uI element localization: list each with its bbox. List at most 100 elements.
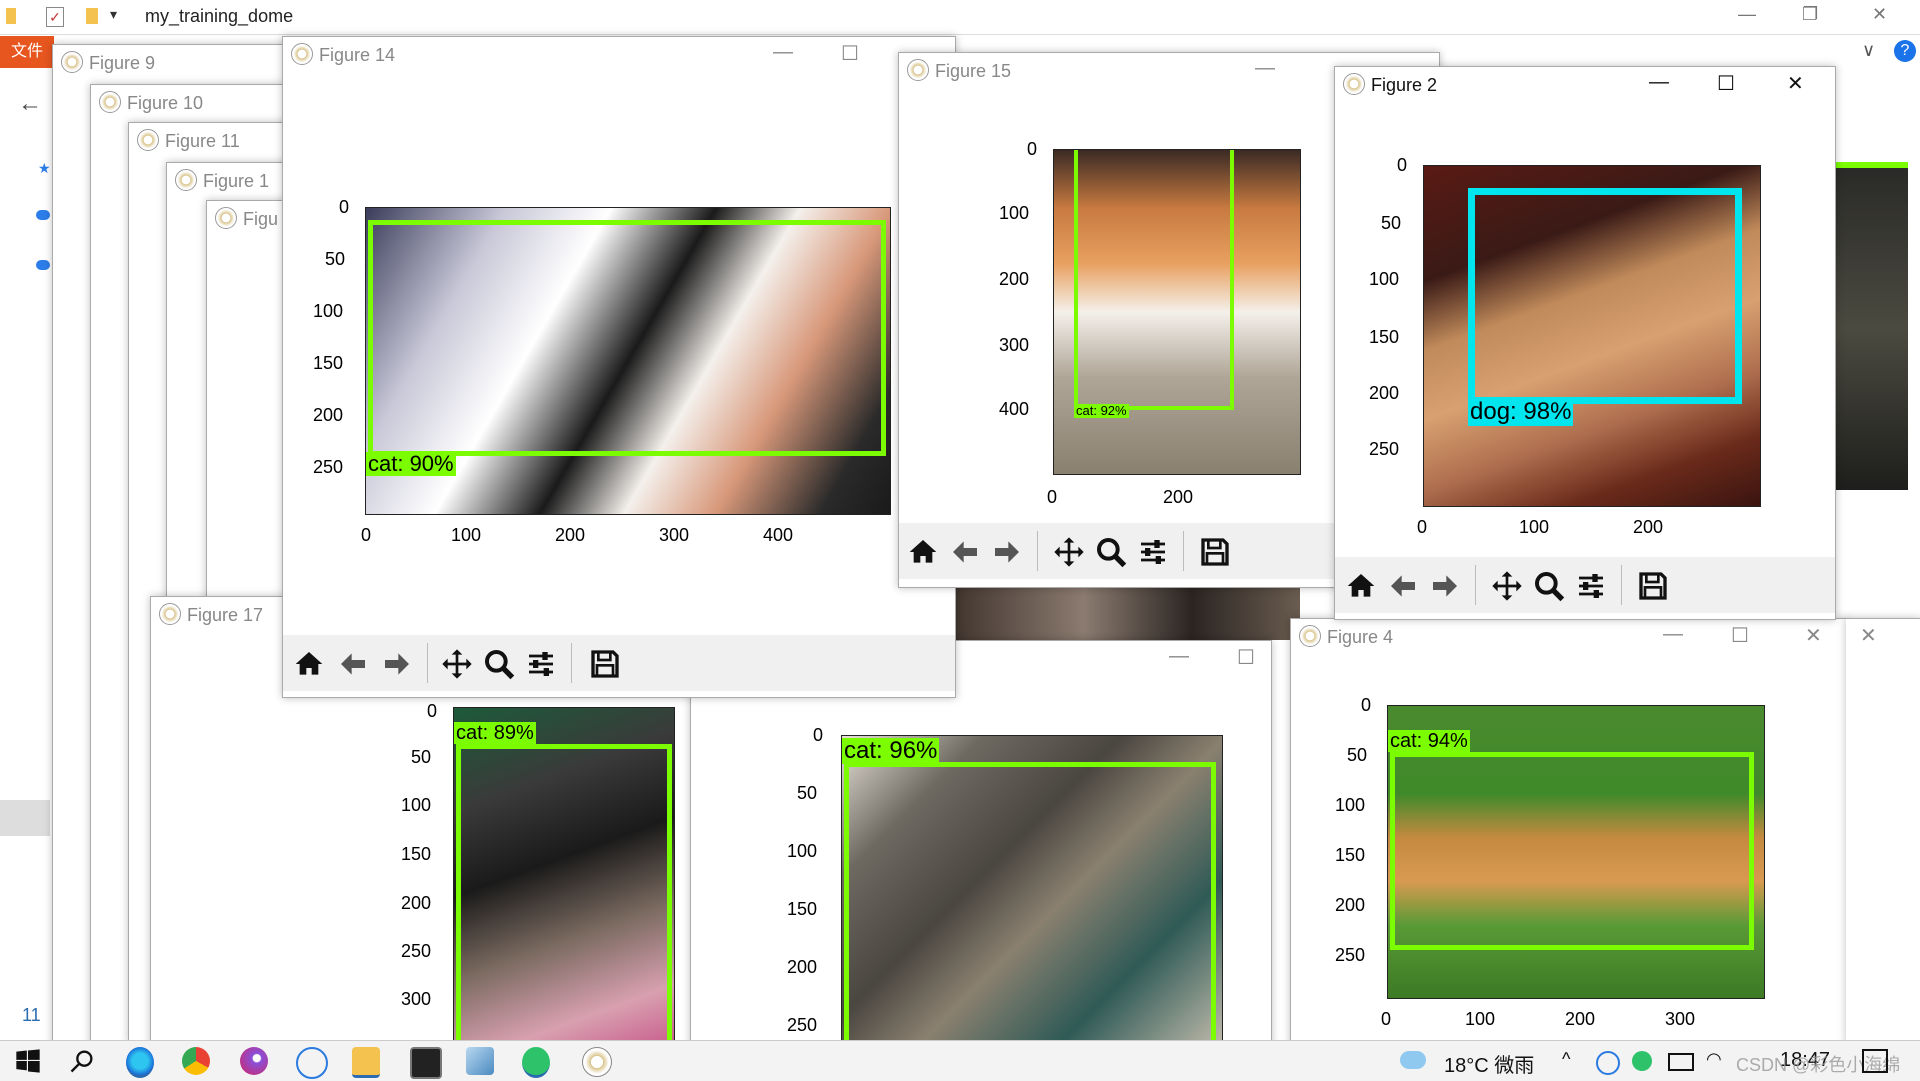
matplotlib-icon xyxy=(1343,73,1365,95)
weather-icon xyxy=(1400,1051,1426,1069)
back-arrow-icon[interactable]: ← xyxy=(18,90,42,118)
y-tick-label: 50 xyxy=(1347,745,1368,765)
window-title: Figure 1 xyxy=(203,171,270,191)
help-icon[interactable]: ? xyxy=(1894,40,1916,62)
minimize-button[interactable]: — xyxy=(1649,71,1669,94)
figure-window[interactable]: — ☐ cat: 96% 0 50 100 150 200 250 xyxy=(690,640,1272,1057)
pan-icon[interactable] xyxy=(1049,532,1089,572)
y-tick-label: 100 xyxy=(999,203,1030,223)
pan-icon[interactable] xyxy=(1487,566,1527,606)
figure-window[interactable]: Figure 2 — ☐ ✕ dog: 98% 0 50 100 150 200… xyxy=(1334,66,1836,620)
forward-arrow-icon[interactable] xyxy=(377,644,417,684)
home-icon[interactable] xyxy=(289,644,329,684)
figure-window-edge[interactable]: ✕ xyxy=(1846,618,1920,1046)
battery-icon[interactable] xyxy=(1668,1053,1694,1071)
figure-window[interactable]: Figure 14 — ☐ cat: 90% 0 50 100 150 200 … xyxy=(282,36,956,698)
minimize-button[interactable]: — xyxy=(1738,4,1756,25)
detection-label: cat: 94% xyxy=(1388,730,1470,752)
detection-label: cat: 92% xyxy=(1074,403,1129,418)
item-count: 11 xyxy=(22,1005,41,1025)
close-button[interactable]: ✕ xyxy=(1860,623,1877,648)
zoom-icon[interactable] xyxy=(479,644,519,684)
chevron-up-icon[interactable]: ^ xyxy=(1562,1049,1570,1070)
home-icon[interactable] xyxy=(1341,566,1381,606)
forward-arrow-icon[interactable] xyxy=(987,532,1027,572)
minimize-button[interactable]: — xyxy=(1169,645,1189,668)
wifi-icon[interactable]: ◠ xyxy=(1706,1049,1722,1070)
file-tab[interactable]: 文件 xyxy=(0,36,54,68)
y-tick-label: 200 xyxy=(401,893,432,913)
checkbox-icon[interactable]: ✓ xyxy=(46,7,64,27)
configure-icon[interactable] xyxy=(1133,532,1173,572)
weather-text[interactable]: 18°C 微雨 xyxy=(1444,1049,1534,1078)
close-button[interactable]: ✕ xyxy=(1805,623,1822,648)
maximize-button[interactable]: ☐ xyxy=(841,41,859,66)
chrome-browser-icon[interactable] xyxy=(182,1047,210,1075)
windows-start-icon[interactable] xyxy=(14,1047,42,1075)
y-tick-label: 200 xyxy=(1369,383,1400,403)
zoom-icon[interactable] xyxy=(1529,566,1569,606)
matplotlib-icon xyxy=(175,169,197,191)
configure-icon[interactable] xyxy=(521,644,561,684)
configure-icon[interactable] xyxy=(1571,566,1611,606)
figure-window[interactable]: Figure 4 — ☐ ✕ cat: 94% 0 50 100 150 200… xyxy=(1290,618,1848,1046)
maximize-button[interactable]: ☐ xyxy=(1237,645,1255,670)
x-tick-label: 300 xyxy=(1665,1009,1696,1029)
onedrive-icon[interactable] xyxy=(36,260,50,270)
y-tick-label: 150 xyxy=(1335,845,1366,865)
terminal-icon[interactable] xyxy=(410,1047,442,1079)
photo-tabby-cat: cat: 96% xyxy=(841,735,1223,1057)
window-title: Figure 2 xyxy=(1371,75,1438,95)
restore-button[interactable]: ❐ xyxy=(1802,4,1818,25)
back-arrow-icon[interactable] xyxy=(333,644,373,684)
explorer-nav-pane: ← ★ 11 xyxy=(0,70,52,1030)
app-icon[interactable] xyxy=(466,1047,494,1075)
y-tick-label: 100 xyxy=(401,795,432,815)
x-tick-label: 200 xyxy=(555,525,586,545)
chevron-down-icon[interactable]: ∨ xyxy=(1862,40,1875,61)
back-arrow-icon[interactable] xyxy=(945,532,985,572)
selected-nav-item[interactable] xyxy=(0,800,50,836)
y-tick-label: 50 xyxy=(1381,213,1402,233)
minimize-button[interactable]: — xyxy=(1255,57,1275,80)
x-tick-label: 100 xyxy=(1519,517,1550,537)
chevron-down-icon[interactable]: ▾ xyxy=(110,6,117,23)
edge-browser-icon[interactable] xyxy=(126,1047,154,1078)
maximize-button[interactable]: ☐ xyxy=(1731,623,1749,648)
y-tick-label: 300 xyxy=(401,989,432,1009)
pan-icon[interactable] xyxy=(437,644,477,684)
save-icon[interactable] xyxy=(1633,566,1673,606)
quick-access-icon[interactable]: ★ xyxy=(38,160,51,177)
toolbar-separator xyxy=(1621,565,1622,605)
minimize-button[interactable]: — xyxy=(773,41,793,64)
network-app-icon[interactable] xyxy=(296,1047,328,1079)
matplotlib-icon xyxy=(61,51,83,73)
background-photo-strip xyxy=(940,580,1300,640)
y-tick-label: 250 xyxy=(787,1015,818,1035)
matplotlib-icon[interactable] xyxy=(582,1047,612,1077)
save-icon[interactable] xyxy=(585,644,625,684)
folder-icon[interactable] xyxy=(86,8,98,24)
zoom-icon[interactable] xyxy=(1091,532,1131,572)
detection-label: cat: 90% xyxy=(366,451,456,476)
search-icon[interactable] xyxy=(68,1047,96,1075)
save-icon[interactable] xyxy=(1195,532,1235,572)
app-icon[interactable] xyxy=(240,1047,268,1075)
forward-arrow-icon[interactable] xyxy=(1425,566,1465,606)
close-button[interactable]: ✕ xyxy=(1787,71,1804,96)
home-icon[interactable] xyxy=(903,532,943,572)
wechat-icon[interactable] xyxy=(1632,1051,1652,1071)
y-tick-label: 400 xyxy=(999,399,1030,419)
back-arrow-icon[interactable] xyxy=(1383,566,1423,606)
onedrive-icon[interactable] xyxy=(36,210,50,220)
minimize-button[interactable]: — xyxy=(1663,623,1683,646)
window-title: Figure 14 xyxy=(319,45,396,65)
notification-icon[interactable] xyxy=(1862,1049,1888,1073)
taskbar: 18°C 微雨 ^ ◠ 18:47 CSDN @彩色小海绵 xyxy=(0,1040,1920,1081)
file-explorer-icon[interactable] xyxy=(352,1047,380,1078)
close-button[interactable]: ✕ xyxy=(1872,4,1887,25)
toolbar-separator xyxy=(1475,565,1476,605)
network-app-icon[interactable] xyxy=(1596,1051,1620,1075)
wechat-icon[interactable] xyxy=(522,1047,550,1078)
maximize-button[interactable]: ☐ xyxy=(1717,71,1735,96)
